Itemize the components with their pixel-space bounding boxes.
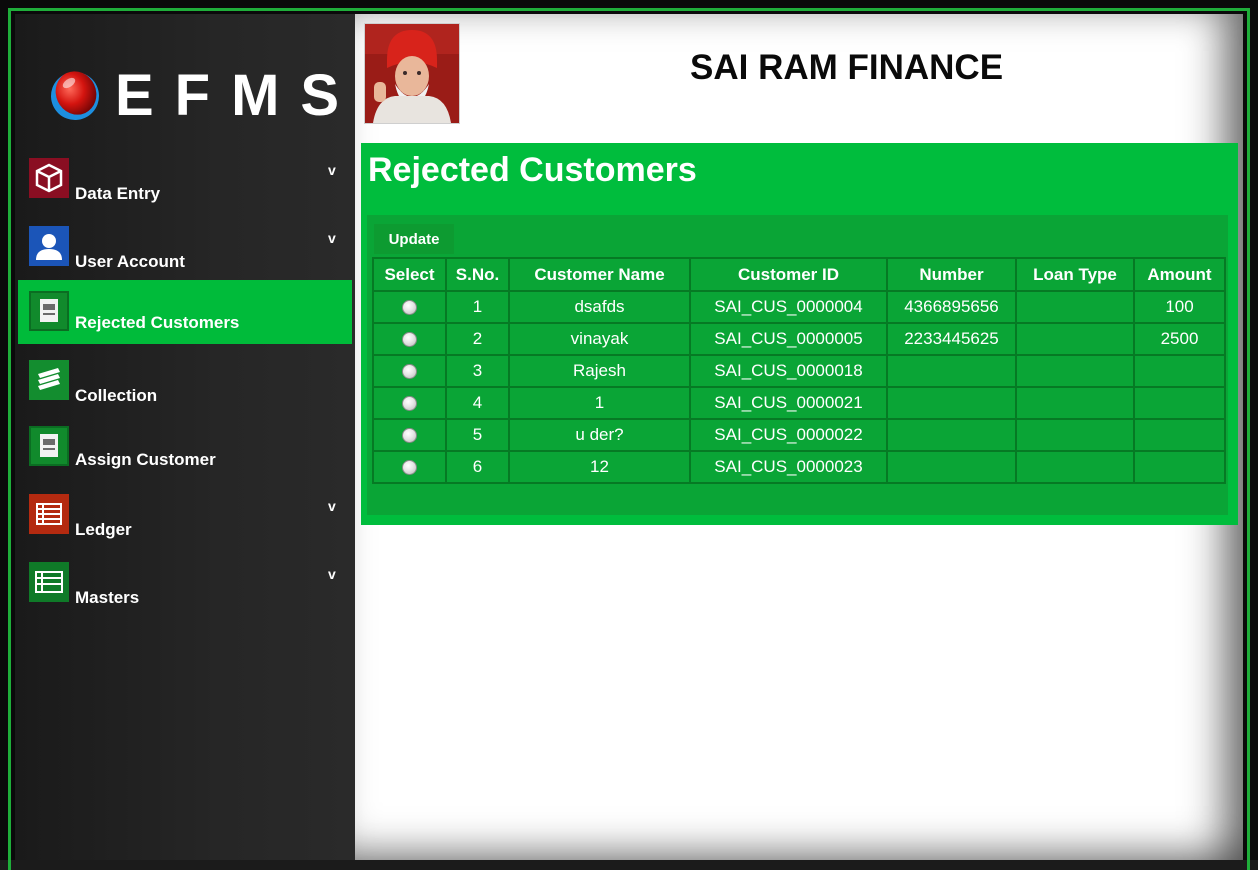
loan-type-cell xyxy=(1015,322,1135,356)
loan-type-cell xyxy=(1015,418,1135,452)
number-cell: 4366895656 xyxy=(886,290,1017,324)
amount-cell: 2500 xyxy=(1133,322,1226,356)
books-icon xyxy=(29,360,69,400)
sidebar-item-masters[interactable]: Masters v xyxy=(18,554,352,618)
table-row[interactable]: 6 12 SAI_CUS_0000023 xyxy=(372,450,1226,484)
sno-cell: 1 xyxy=(445,290,510,324)
ledger-icon xyxy=(29,494,69,534)
select-cell xyxy=(372,386,447,420)
chevron-down-icon: v xyxy=(328,162,336,178)
select-radio[interactable] xyxy=(402,332,417,348)
column-header: Customer Name xyxy=(508,257,691,292)
customer-id-cell: SAI_CUS_0000005 xyxy=(689,322,888,356)
loan-type-cell xyxy=(1015,386,1135,420)
select-radio[interactable] xyxy=(402,364,417,380)
customer-name-cell: Rajesh xyxy=(508,354,691,388)
select-radio[interactable] xyxy=(402,396,417,412)
sidebar-item-label: Ledger xyxy=(75,520,132,539)
sidebar-item-label: Data Entry xyxy=(75,184,161,203)
loan-type-cell xyxy=(1015,354,1135,388)
number-cell xyxy=(886,450,1017,484)
customer-id-cell: SAI_CUS_0000021 xyxy=(689,386,888,420)
customer-name-cell: vinayak xyxy=(508,322,691,356)
sidebar-item-collection[interactable]: Collection xyxy=(18,352,352,416)
sidebar-item-label: Rejected Customers xyxy=(75,313,240,332)
column-header: Select xyxy=(372,257,447,292)
column-header: Amount xyxy=(1133,257,1226,292)
select-cell xyxy=(372,354,447,388)
table-row[interactable]: 2 vinayak SAI_CUS_0000005 2233445625 250… xyxy=(372,322,1226,356)
select-cell xyxy=(372,450,447,484)
sidebar-item-label: User Account xyxy=(75,252,185,271)
column-header: S.No. xyxy=(445,257,510,292)
loan-type-cell xyxy=(1015,450,1135,484)
number-cell: 2233445625 xyxy=(886,322,1017,356)
sidebar-item-ledger[interactable]: Ledger v xyxy=(18,486,352,550)
amount-cell: 100 xyxy=(1133,290,1226,324)
customer-name-cell: dsafds xyxy=(508,290,691,324)
table-row[interactable]: 3 Rajesh SAI_CUS_0000018 xyxy=(372,354,1226,388)
chevron-down-icon: v xyxy=(328,230,336,246)
sno-cell: 6 xyxy=(445,450,510,484)
amount-cell xyxy=(1133,354,1226,388)
table-container: Update Select S.No. Customer Name Custom… xyxy=(367,215,1228,515)
list-icon xyxy=(29,562,69,602)
customer-id-cell: SAI_CUS_0000022 xyxy=(689,418,888,452)
app-logo[interactable]: EFMS xyxy=(49,50,339,140)
select-cell xyxy=(372,418,447,452)
column-header: Customer ID xyxy=(689,257,888,292)
number-cell xyxy=(886,386,1017,420)
table-row[interactable]: 1 dsafds SAI_CUS_0000004 4366895656 100 xyxy=(372,290,1226,324)
deity-portrait-image xyxy=(364,23,460,124)
sidebar-item-user-account[interactable]: User Account v xyxy=(18,218,352,282)
sidebar: EFMS Data Entry v User Account v Rejecte… xyxy=(15,14,355,860)
chevron-down-icon: v xyxy=(328,566,336,582)
sidebar-item-label: Assign Customer xyxy=(75,450,216,469)
column-header: Loan Type xyxy=(1015,257,1135,292)
main-content: SAI RAM FINANCE Rejected Customers Updat… xyxy=(355,14,1243,860)
customer-name-cell: u der? xyxy=(508,418,691,452)
page-title: Rejected Customers xyxy=(368,151,697,189)
rejected-customers-panel: Rejected Customers Update Select S.No. C… xyxy=(361,143,1238,525)
sno-cell: 2 xyxy=(445,322,510,356)
table-row[interactable]: 4 1 SAI_CUS_0000021 xyxy=(372,386,1226,420)
sidebar-item-rejected-customers[interactable]: Rejected Customers xyxy=(18,280,352,344)
chevron-down-icon: v xyxy=(328,498,336,514)
column-header: Number xyxy=(886,257,1017,292)
select-radio[interactable] xyxy=(402,300,417,316)
select-cell xyxy=(372,322,447,356)
user-icon xyxy=(29,226,69,266)
number-cell xyxy=(886,418,1017,452)
amount-cell xyxy=(1133,386,1226,420)
sidebar-item-data-entry[interactable]: Data Entry v xyxy=(18,150,352,214)
customer-id-cell: SAI_CUS_0000004 xyxy=(689,290,888,324)
table-header-row: Select S.No. Customer Name Customer ID N… xyxy=(372,257,1226,292)
customer-name-cell: 12 xyxy=(508,450,691,484)
cube-icon xyxy=(29,158,69,198)
select-radio[interactable] xyxy=(402,460,417,476)
rejected-customers-table: Select S.No. Customer Name Customer ID N… xyxy=(372,257,1226,484)
customer-id-cell: SAI_CUS_0000018 xyxy=(689,354,888,388)
sno-cell: 4 xyxy=(445,386,510,420)
amount-cell xyxy=(1133,450,1226,484)
update-button[interactable]: Update xyxy=(374,224,454,254)
customer-name-cell: 1 xyxy=(508,386,691,420)
sno-cell: 5 xyxy=(445,418,510,452)
table-row[interactable]: 5 u der? SAI_CUS_0000022 xyxy=(372,418,1226,452)
loan-type-cell xyxy=(1015,290,1135,324)
logo-text: EFMS xyxy=(115,63,361,128)
sidebar-item-label: Collection xyxy=(75,386,158,405)
sidebar-item-label: Masters xyxy=(75,588,140,607)
document-icon xyxy=(29,426,69,466)
sno-cell: 3 xyxy=(445,354,510,388)
logo-orb-icon xyxy=(51,71,99,120)
select-radio[interactable] xyxy=(402,428,417,444)
amount-cell xyxy=(1133,418,1226,452)
sidebar-item-assign-customer[interactable]: Assign Customer xyxy=(18,418,352,482)
number-cell xyxy=(886,354,1017,388)
customer-id-cell: SAI_CUS_0000023 xyxy=(689,450,888,484)
document-icon xyxy=(29,291,69,331)
select-cell xyxy=(372,290,447,324)
company-name: SAI RAM FINANCE xyxy=(690,48,1004,87)
